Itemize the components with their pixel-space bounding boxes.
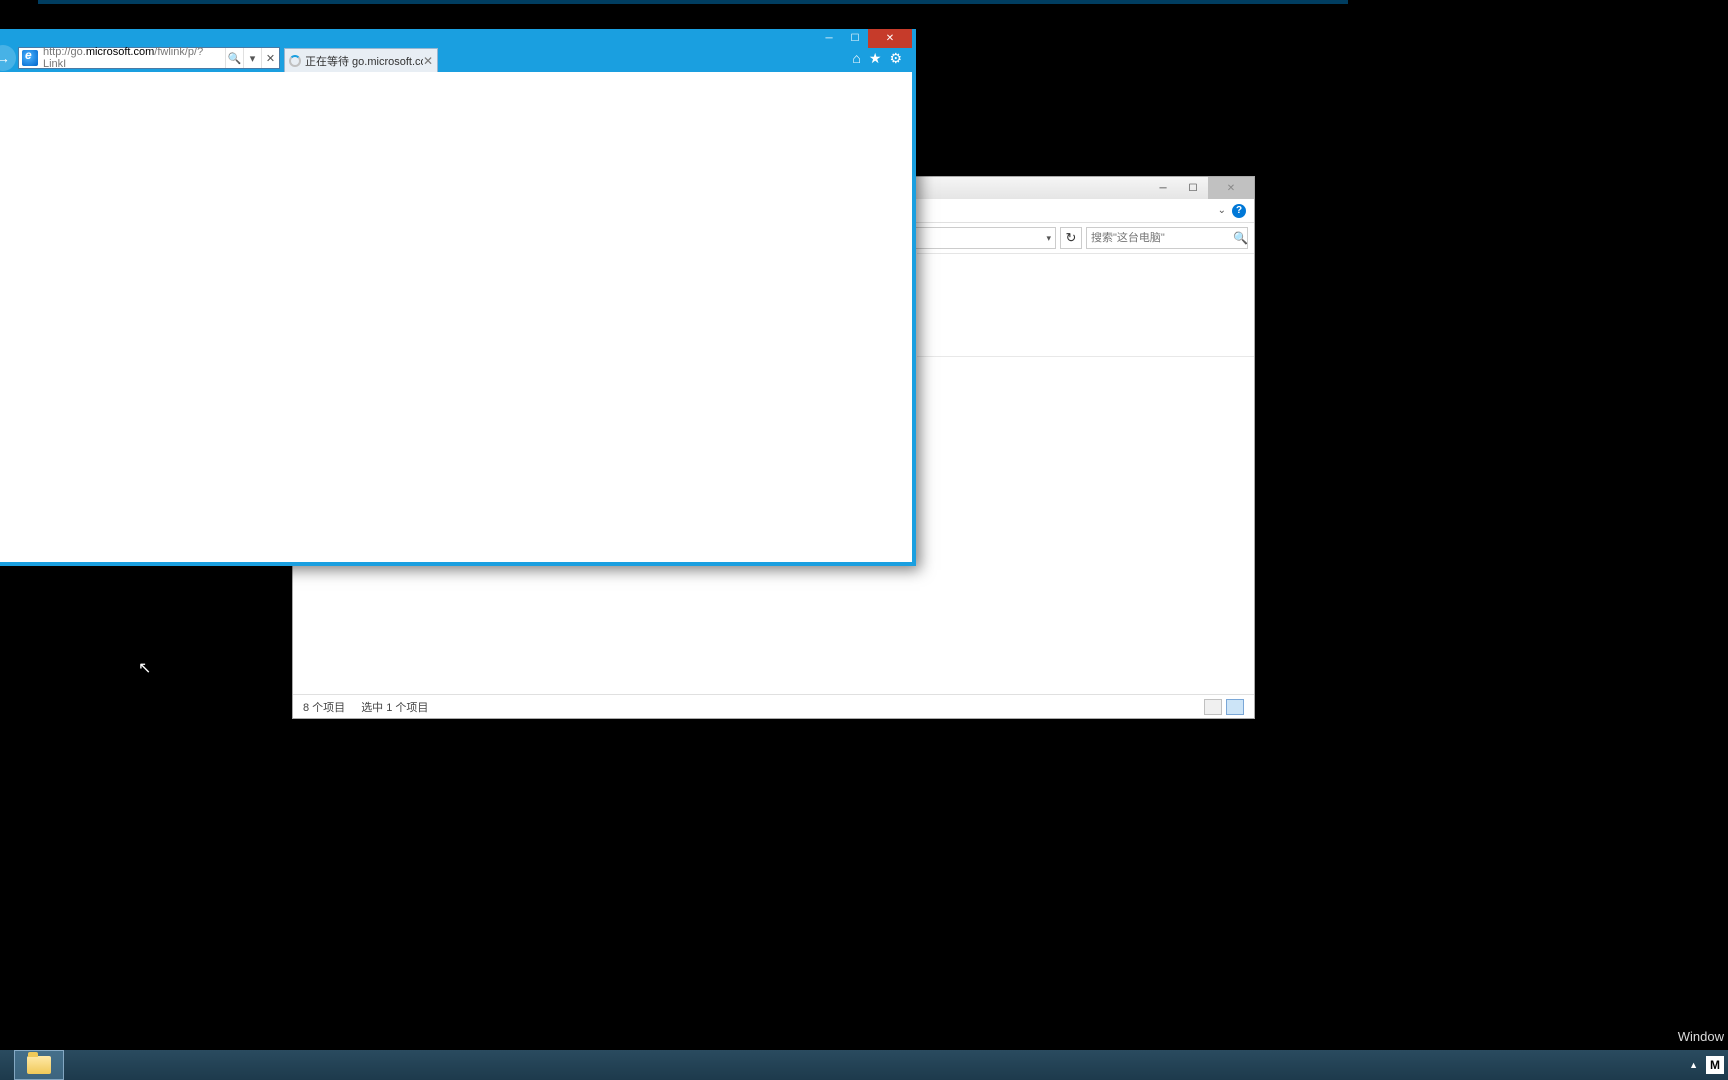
browser-tab[interactable]: 正在等待 go.microsoft.com ✕ xyxy=(284,48,438,72)
explorer-search-box[interactable]: 🔍 xyxy=(1086,227,1248,249)
mouse-cursor-icon: ↖ xyxy=(138,658,151,678)
address-controls: 🔍 ▾ ✕ xyxy=(225,48,279,68)
explorer-close-button[interactable]: ✕ xyxy=(1208,177,1254,199)
explorer-minimize-button[interactable]: ─ xyxy=(1148,177,1178,199)
loading-spinner-icon xyxy=(289,55,301,67)
address-dropdown-icon[interactable]: ▾ xyxy=(243,48,261,68)
explorer-status-bar: 8 个项目 选中 1 个项目 xyxy=(293,694,1254,718)
content-divider xyxy=(917,356,1254,357)
windows-watermark: Window xyxy=(1678,1029,1724,1046)
tab-close-icon[interactable]: ✕ xyxy=(423,54,433,68)
ie-toolbar: → http://go.microsoft.com/fwlink/p/?Link… xyxy=(0,44,912,72)
status-item-count: 8 个项目 xyxy=(303,699,345,715)
url-domain: microsoft.com xyxy=(86,46,154,58)
view-details-button[interactable] xyxy=(1204,699,1222,715)
home-icon[interactable]: ⌂ xyxy=(852,50,860,67)
ie-maximize-button[interactable]: ☐ xyxy=(842,29,868,48)
favorites-icon[interactable]: ★ xyxy=(869,50,882,67)
search-icon[interactable]: 🔍 xyxy=(1233,231,1248,245)
ime-indicator[interactable]: M xyxy=(1706,1056,1724,1074)
tools-icon[interactable]: ⚙ xyxy=(889,50,902,67)
view-icons-button[interactable] xyxy=(1226,699,1244,715)
forward-button[interactable]: → xyxy=(0,45,16,71)
internet-explorer-window: ─ ☐ ✕ → http://go.microsoft.com/fwlink/p… xyxy=(0,29,916,566)
ie-url-input[interactable]: http://go.microsoft.com/fwlink/p/?LinkI xyxy=(41,46,225,70)
search-button-icon[interactable]: 🔍 xyxy=(225,48,243,68)
refresh-button[interactable]: ↻ xyxy=(1060,227,1082,249)
ie-address-bar[interactable]: http://go.microsoft.com/fwlink/p/?LinkI … xyxy=(18,47,280,69)
explorer-maximize-button[interactable]: ☐ xyxy=(1178,177,1208,199)
folder-icon xyxy=(27,1056,51,1074)
watermark-line1: Window xyxy=(1678,1029,1724,1044)
ie-favicon-icon xyxy=(22,50,38,66)
help-icon[interactable]: ? xyxy=(1232,204,1246,218)
status-selected-count: 选中 1 个项目 xyxy=(361,699,428,715)
ie-minimize-button[interactable]: ─ xyxy=(816,29,842,48)
explorer-search-input[interactable] xyxy=(1091,232,1233,244)
tab-title: 正在等待 go.microsoft.com xyxy=(305,53,423,69)
ie-command-icons: ⌂ ★ ⚙ xyxy=(852,50,912,67)
taskbar[interactable]: ▲ M xyxy=(0,1050,1728,1080)
address-dropdown-icon[interactable]: ▾ xyxy=(1046,233,1051,244)
tray-overflow-icon[interactable]: ▲ xyxy=(1689,1060,1698,1070)
ie-titlebar[interactable]: ─ ☐ ✕ xyxy=(0,29,912,44)
taskbar-file-explorer[interactable] xyxy=(14,1050,64,1080)
ie-close-button[interactable]: ✕ xyxy=(868,29,912,48)
top-banner-strip xyxy=(38,0,1348,4)
url-prefix: http://go. xyxy=(43,46,86,58)
system-tray[interactable]: ▲ M xyxy=(1689,1050,1728,1080)
stop-button-icon[interactable]: ✕ xyxy=(261,48,279,68)
ribbon-collapse-icon[interactable]: ⌄ xyxy=(1218,205,1226,216)
start-edge[interactable] xyxy=(0,1050,14,1080)
view-toggle-group xyxy=(1204,699,1244,715)
explorer-content-area xyxy=(917,253,1254,688)
